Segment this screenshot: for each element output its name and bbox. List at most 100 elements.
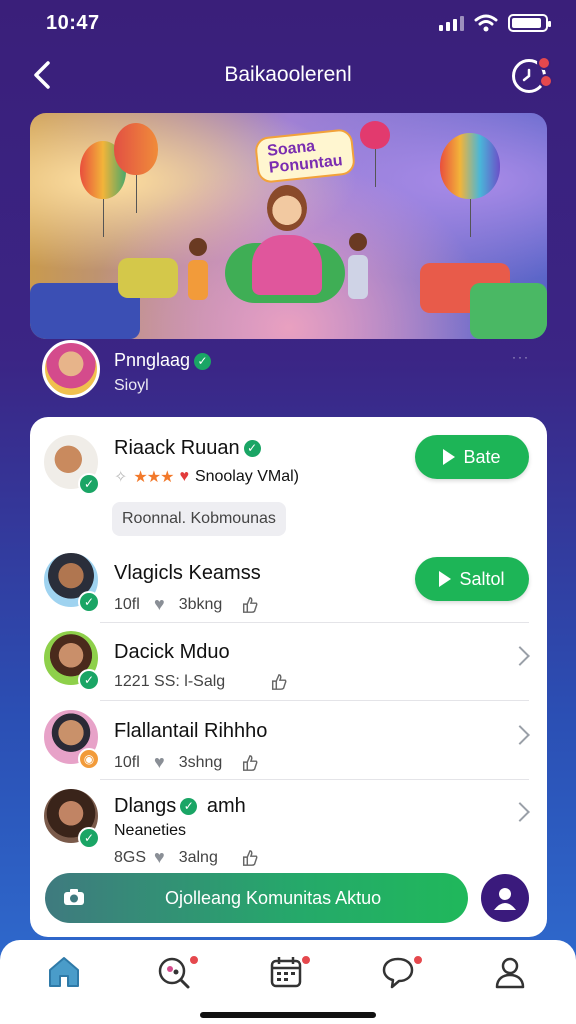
star-rating-icon: ★★★ xyxy=(133,469,174,486)
profile-name: Pnnglaag ✓ xyxy=(114,350,212,371)
item-meta-text: 3bkng xyxy=(178,595,223,613)
page-title: Baikaoolerenl xyxy=(224,63,352,86)
join-button-label: Saltol xyxy=(459,568,505,589)
status-icons xyxy=(439,14,551,32)
person-head xyxy=(267,185,307,231)
profile-row: Pnnglaag ✓ Sioyl ··· xyxy=(42,340,542,400)
community-list-card: ✓ Riaack Ruuan ✓ ✧ ★★★ ♥ Snoolay VMal) Ba… xyxy=(30,417,547,937)
tab-discover[interactable] xyxy=(156,954,200,994)
verified-icon: ✓ xyxy=(78,669,100,691)
item-title: Dlangs ✓ amh xyxy=(114,795,246,818)
heart-icon: ♥ xyxy=(154,594,165,614)
list-item[interactable]: ✓ Dlangs ✓ amh Neaneties 8GS ♥ 3alng xyxy=(30,781,547,871)
status-time: 10:47 xyxy=(46,12,100,34)
item-rating: ✧ ★★★ ♥ Snoolay VMal) xyxy=(114,467,299,487)
join-community-button[interactable]: Ojolleang Komunitas Aktuo xyxy=(45,873,468,923)
chevron-right-icon[interactable] xyxy=(510,725,530,745)
sofa-illustration xyxy=(470,283,547,339)
user-profile-button[interactable] xyxy=(481,874,529,922)
item-meta-text: 1221 SS: l-Salg xyxy=(114,673,226,690)
home-icon xyxy=(49,957,79,987)
profile-name-text: Pnnglaag xyxy=(114,350,191,370)
verified-icon: ✓ xyxy=(78,473,100,495)
child-head xyxy=(189,238,207,256)
list-item[interactable]: ✓ Vlagicls Keamss 10fl ♥ 3bkng Saltol xyxy=(30,545,547,623)
verified-icon: ✓ xyxy=(243,440,261,458)
divider xyxy=(100,700,529,701)
join-button[interactable]: Saltol xyxy=(415,557,529,601)
item-meta-count: 8GS xyxy=(114,848,147,866)
sofa-illustration xyxy=(118,258,178,298)
list-item[interactable]: ◉ Flallantail Rihhho 10fl ♥ 3shng xyxy=(30,702,547,780)
notification-dot xyxy=(412,954,424,966)
child-illustration xyxy=(348,233,368,299)
home-indicator[interactable] xyxy=(200,1012,376,1018)
child-illustration xyxy=(188,238,208,300)
banner-title-text: Soana Ponuntau xyxy=(266,137,344,177)
tag-chip[interactable]: Roonnal. Kobmounas xyxy=(112,502,286,536)
nav-header: Baikaoolerenl xyxy=(0,55,576,99)
camera-icon xyxy=(64,889,84,905)
item-title: Vlagicls Keamss xyxy=(114,562,261,584)
chevron-right-icon[interactable] xyxy=(510,802,530,822)
balloon-illustration xyxy=(114,123,158,213)
item-meta-count: 10fl xyxy=(114,753,140,771)
balloon-illustration xyxy=(440,133,500,237)
chevron-right-icon[interactable] xyxy=(510,646,530,666)
tab-chat[interactable] xyxy=(380,954,424,994)
item-title: Riaack Ruuan ✓ xyxy=(114,437,261,460)
join-community-label: Ojolleang Komunitas Aktuo xyxy=(165,888,382,908)
search-people-icon xyxy=(158,957,190,989)
clock-icon xyxy=(522,68,531,82)
person-illustration xyxy=(252,185,322,295)
play-icon xyxy=(443,449,456,465)
item-title: Flallantail Rihhho xyxy=(114,720,268,742)
thumbs-up-icon xyxy=(242,754,258,771)
banner-title: Soana Ponuntau xyxy=(253,128,356,184)
status-bar: 10:47 xyxy=(0,0,576,50)
profile-icon xyxy=(495,957,525,989)
item-meta-text: 3alng xyxy=(178,848,218,866)
more-icon[interactable]: ··· xyxy=(512,350,530,364)
item-meta-text: 3shng xyxy=(178,753,223,771)
thumbs-up-icon xyxy=(242,596,258,613)
heart-icon: ♥ xyxy=(154,752,165,772)
item-meta-count: 10fl xyxy=(114,595,140,613)
battery-icon xyxy=(508,14,551,32)
join-button-label: Bate xyxy=(463,446,501,467)
status-badge: ◉ xyxy=(78,748,100,770)
user-icon xyxy=(494,888,516,910)
join-button[interactable]: Bate xyxy=(415,435,529,479)
child-body xyxy=(188,260,208,300)
balloon-illustration xyxy=(360,121,390,187)
thumbs-up-icon xyxy=(271,674,287,690)
tab-home[interactable] xyxy=(46,954,86,994)
child-body xyxy=(348,255,368,299)
thumbs-up-icon xyxy=(242,849,258,866)
community-banner[interactable]: Soana Ponuntau xyxy=(30,113,547,339)
verified-icon: ✓ xyxy=(78,591,100,613)
heart-icon: ♥ xyxy=(179,468,189,485)
cellular-signal-icon xyxy=(439,15,464,31)
item-title: Dacick Mduo xyxy=(114,641,230,663)
item-subtitle: Neaneties xyxy=(114,822,187,839)
notification-dot xyxy=(300,954,312,966)
notification-dot xyxy=(188,954,200,966)
tab-profile[interactable] xyxy=(492,954,532,994)
calendar-icon xyxy=(270,957,302,988)
tab-calendar[interactable] xyxy=(268,954,312,994)
divider xyxy=(100,779,529,780)
wifi-icon xyxy=(474,14,498,32)
profile-avatar[interactable] xyxy=(42,340,100,398)
sparkle-icon: ✧ xyxy=(114,469,128,486)
chat-icon xyxy=(382,957,414,989)
list-item[interactable]: ✓ Riaack Ruuan ✓ ✧ ★★★ ♥ Snoolay VMal) Ba… xyxy=(30,417,547,557)
notification-dot xyxy=(539,74,553,88)
list-item[interactable]: ✓ Dacick Mduo 1221 SS: l-Salg xyxy=(30,623,547,701)
item-meta: 8GS ♥ 3alng xyxy=(114,847,259,868)
item-title-text: Riaack Ruuan xyxy=(114,437,240,459)
item-meta: 10fl ♥ 3shng xyxy=(114,752,259,773)
item-rating-text: Snoolay VMal) xyxy=(194,468,299,485)
history-button[interactable] xyxy=(512,56,553,93)
notification-dot xyxy=(537,56,551,70)
